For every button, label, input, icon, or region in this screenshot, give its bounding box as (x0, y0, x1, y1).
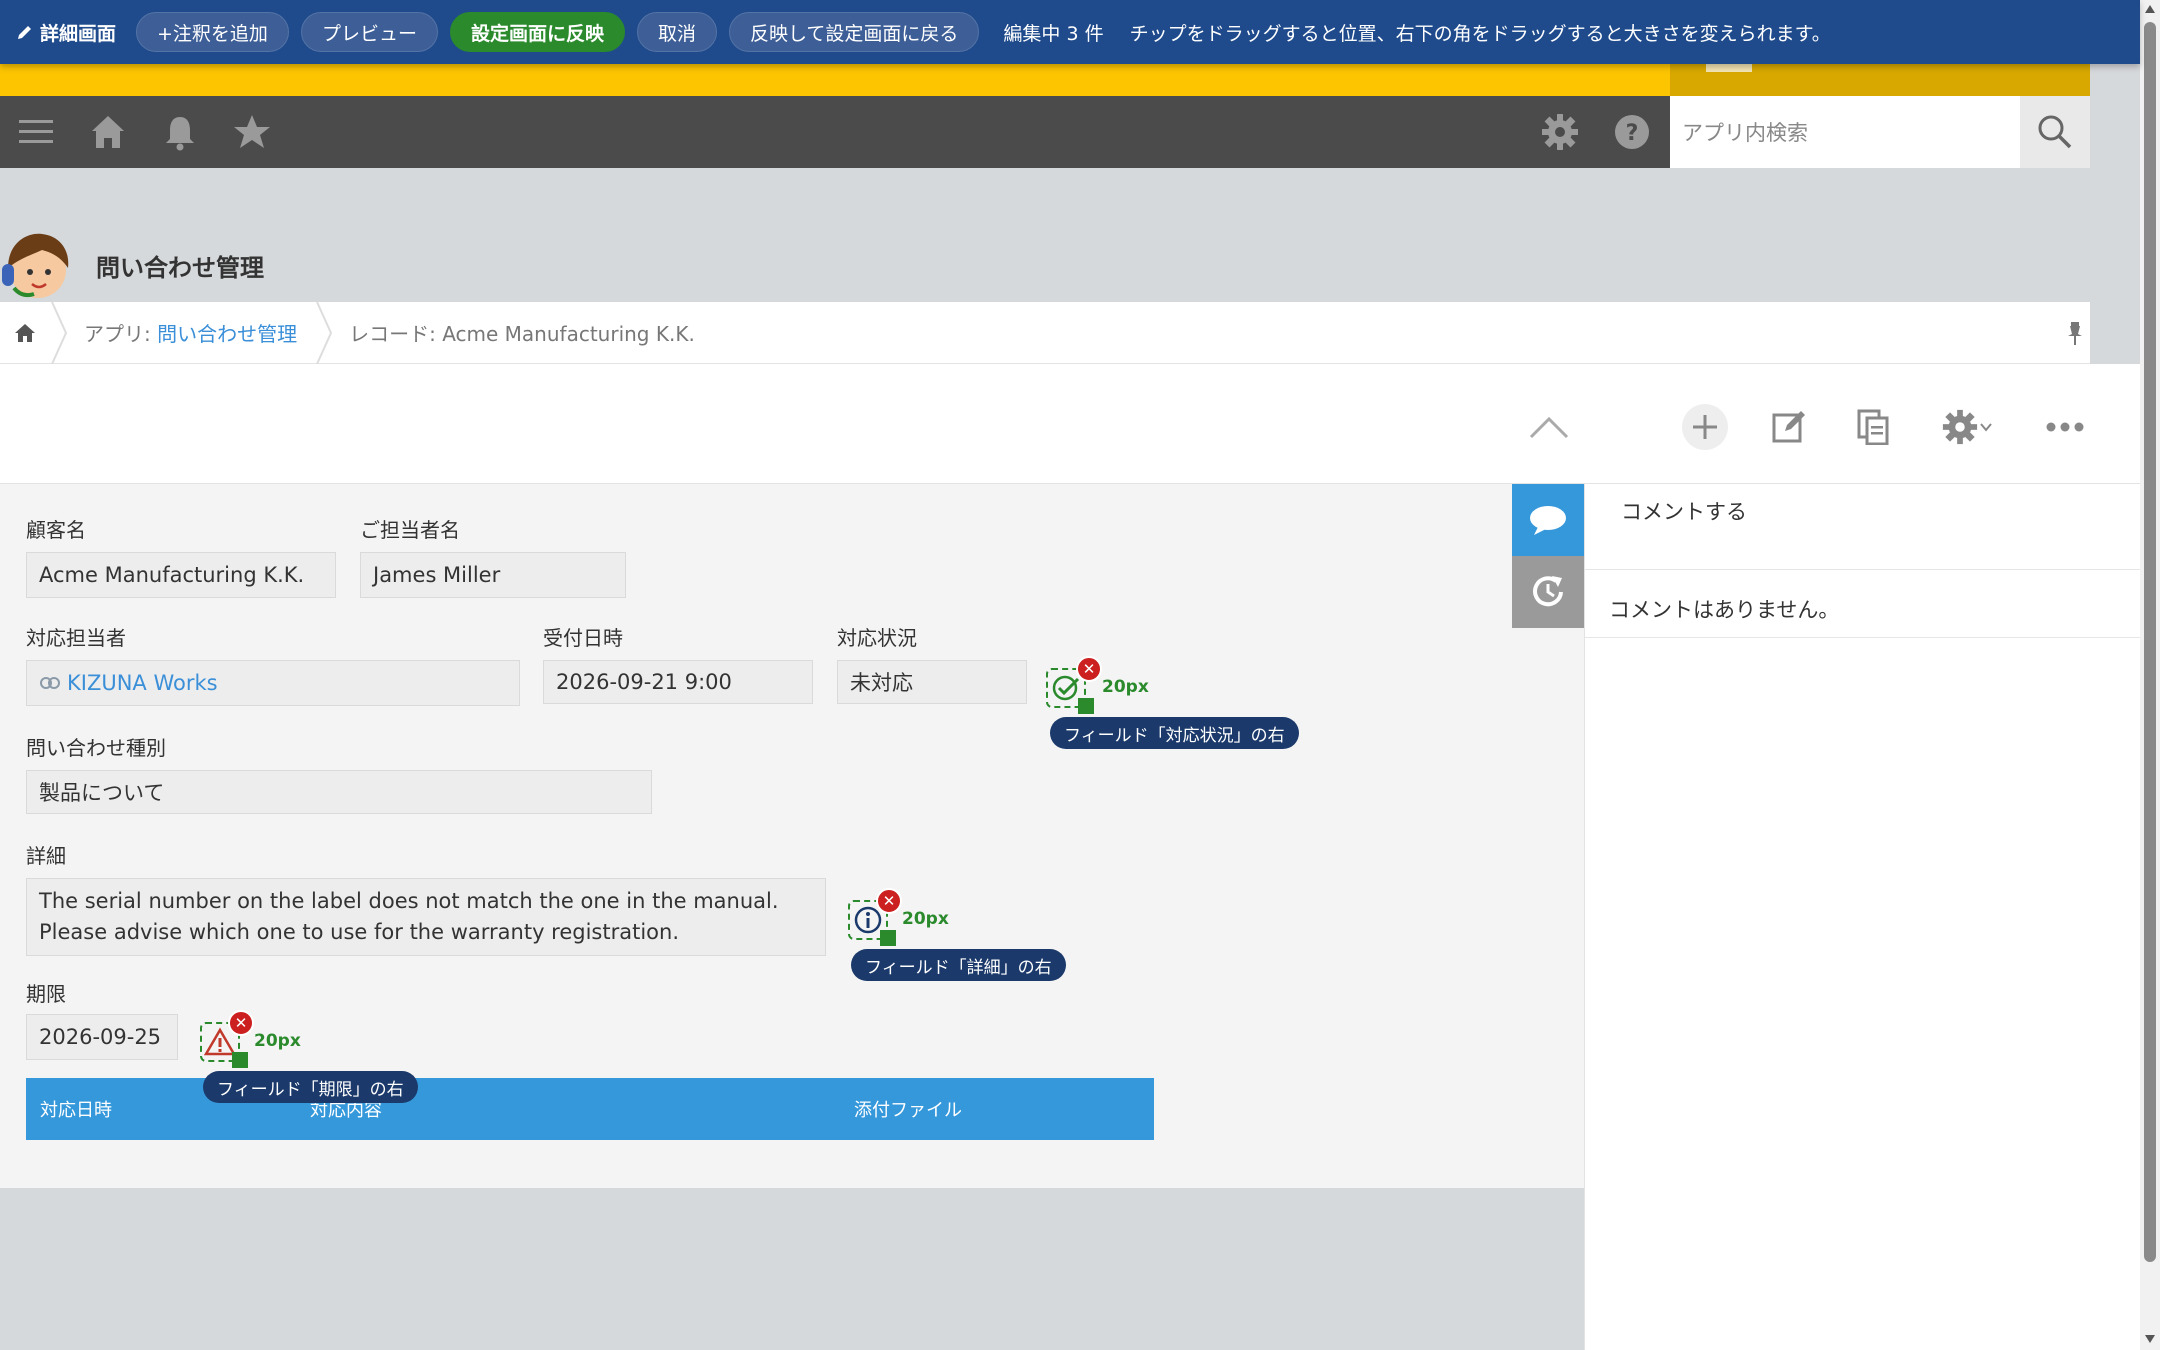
detail-value: The serial number on the label does not … (26, 878, 826, 956)
more-options-button[interactable] (2042, 404, 2088, 450)
detail-line-2: Please advise which one to use for the w… (39, 920, 680, 944)
annotation-tooltip: フィールド「期限」の右 (203, 1071, 418, 1103)
breadcrumb-app: アプリ: 問い合わせ管理 (68, 318, 315, 347)
add-record-button[interactable] (1682, 404, 1728, 450)
collapse-button[interactable] (1526, 404, 1572, 450)
annotation-tooltip: フィールド「対応状況」の右 (1050, 717, 1299, 749)
menu-icon[interactable] (16, 112, 56, 152)
scroll-thumb[interactable] (2144, 22, 2156, 1262)
subtable-header: 対応日時 対応内容 添付ファイル (26, 1078, 1154, 1140)
comment-input[interactable]: コメントする (1585, 484, 2140, 570)
received-value: 2026-09-21 9:00 (543, 660, 813, 704)
chevron-up-icon (1529, 416, 1569, 439)
customer-label: 顧客名 (26, 518, 86, 542)
record-toolbar (0, 364, 2140, 484)
search-placeholder: アプリ内検索 (1682, 121, 1808, 145)
speech-bubble-icon (1530, 506, 1566, 535)
contact-label: ご担当者名 (360, 518, 460, 542)
editor-hint: チップをドラッグすると位置、右下の角をドラッグすると大きさを変えられます。 (1129, 22, 1831, 45)
scroll-down-arrow-icon[interactable] (2144, 1334, 2156, 1344)
gear-icon[interactable] (1540, 112, 1580, 152)
header-strip-tab (1706, 64, 1752, 72)
breadcrumb-app-prefix: アプリ: (84, 322, 158, 346)
edit-icon (1772, 411, 1805, 443)
help-icon[interactable]: ? (1612, 112, 1652, 152)
user-group-icon (40, 677, 60, 689)
annotation-editor-bar: 詳細画面 +注釈を追加 プレビュー 設定画面に反映 取消 反映して設定画面に戻る… (0, 0, 2140, 64)
app-header-area (0, 168, 2140, 302)
category-label: 問い合わせ種別 (26, 736, 166, 760)
apply-button[interactable]: 設定画面に反映 (449, 12, 625, 52)
pin-icon[interactable] (2064, 320, 2086, 346)
annotation-resize-handle[interactable] (880, 930, 896, 946)
annotation-remove-button[interactable]: ✕ (1076, 656, 1102, 682)
breadcrumb-app-link[interactable]: 問い合わせ管理 (157, 322, 297, 346)
editor-title: 詳細画面 (16, 19, 116, 46)
header-strip (0, 64, 2090, 96)
side-panel-tabs (1512, 484, 1584, 628)
annotation-resize-handle[interactable] (1078, 698, 1094, 714)
preview-button[interactable]: プレビュー (300, 12, 438, 52)
annotation-remove-button[interactable]: ✕ (228, 1010, 254, 1036)
editor-title-label: 詳細画面 (40, 22, 117, 45)
app-title: 問い合わせ管理 (96, 254, 264, 282)
assignee-link[interactable]: KIZUNA Works (67, 671, 218, 695)
contact-value: James Miller (360, 552, 626, 598)
search-button[interactable] (2020, 96, 2090, 168)
app-search-input[interactable]: アプリ内検索 (1670, 96, 2020, 168)
duplicate-record-button[interactable] (1850, 404, 1896, 450)
check-circle-icon (1052, 675, 1080, 701)
annotation-size-label: 20px (1102, 677, 1149, 697)
chevron-down-icon (1980, 423, 1992, 432)
record-settings-button[interactable] (1934, 404, 2000, 450)
annotation-tooltip: フィールド「詳細」の右 (851, 949, 1066, 981)
breadcrumb-separator (316, 301, 333, 364)
status-label: 対応状況 (837, 626, 917, 650)
breadcrumb: アプリ: 問い合わせ管理 レコード: Acme Manufacturing K.… (0, 301, 2090, 364)
annotation-size-label: 20px (902, 909, 949, 929)
cancel-button[interactable]: 取消 (636, 12, 717, 52)
edit-record-button[interactable] (1766, 404, 1812, 450)
annotation-size-label: 20px (254, 1031, 301, 1051)
add-annotation-button[interactable]: +注釈を追加 (136, 12, 289, 52)
customer-value: Acme Manufacturing K.K. (26, 552, 336, 598)
deadline-value: 2026-09-25 (26, 1014, 178, 1060)
scroll-up-arrow-icon[interactable] (2144, 4, 2156, 14)
history-tab[interactable] (1512, 556, 1584, 628)
comments-panel: コメントする コメントはありません。 (1584, 484, 2140, 1350)
editing-count: 編集中 3 件 (1003, 22, 1104, 45)
history-icon (1533, 576, 1563, 607)
deadline-label: 期限 (26, 982, 66, 1006)
detail-label: 詳細 (26, 844, 66, 868)
app-icon (2, 233, 69, 298)
home-icon (15, 323, 35, 342)
annotation-resize-handle[interactable] (232, 1052, 248, 1068)
page-scrollbar[interactable] (2140, 0, 2160, 1350)
subtable-col-attachment: 添付ファイル (854, 1100, 962, 1121)
comments-tab[interactable] (1512, 484, 1584, 556)
breadcrumb-separator (51, 301, 68, 364)
gear-icon (1942, 409, 1978, 445)
plus-icon (1693, 415, 1717, 439)
assignee-value: KIZUNA Works (26, 660, 520, 706)
annotation-remove-button[interactable]: ✕ (876, 888, 902, 914)
copy-icon (1857, 409, 1889, 445)
subtable-col-date: 対応日時 (40, 1100, 112, 1121)
category-value: 製品について (26, 770, 652, 814)
status-value: 未対応 (837, 660, 1027, 704)
search-icon (2038, 115, 2072, 149)
detail-line-1: The serial number on the label does not … (39, 889, 779, 913)
svg-text:?: ? (1626, 121, 1639, 146)
received-label: 受付日時 (543, 626, 623, 650)
more-icon (2046, 422, 2084, 432)
home-icon[interactable] (88, 112, 128, 152)
breadcrumb-home[interactable] (0, 302, 50, 364)
apply-and-return-button[interactable]: 反映して設定画面に戻る (728, 12, 980, 52)
pencil-icon (18, 26, 31, 39)
star-icon[interactable] (232, 112, 272, 152)
no-comments-message: コメントはありません。 (1585, 570, 2140, 638)
bell-icon[interactable] (160, 112, 200, 152)
breadcrumb-record: レコード: Acme Manufacturing K.K. (349, 322, 695, 346)
assignee-label: 対応担当者 (26, 626, 126, 650)
